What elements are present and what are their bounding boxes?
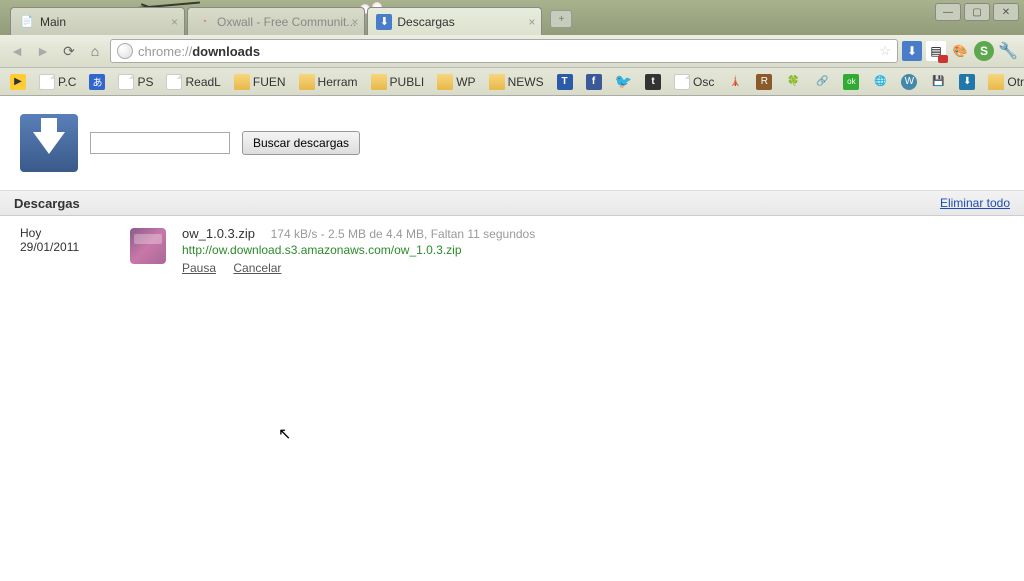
bookmark-item[interactable]: f — [582, 72, 606, 92]
favicon-icon: ◔ — [196, 14, 212, 30]
bookmark-item[interactable]: W — [897, 72, 921, 92]
download-icon: ⬇ — [376, 14, 392, 30]
bookmark-item[interactable]: 🔗 — [810, 72, 834, 92]
downloads-list: Hoy 29/01/2011 ow_1.0.3.zip 174 kB/s - 2… — [0, 216, 1024, 285]
bookmark-item[interactable]: T — [553, 72, 577, 92]
download-status: 174 kB/s - 2.5 MB de 4.4 MB, Faltan 11 s… — [271, 227, 536, 241]
bookmark-item[interactable]: ⬇ — [955, 72, 979, 92]
bookmark-item[interactable]: 🌐 — [868, 72, 892, 92]
page-icon — [39, 74, 55, 90]
address-bar[interactable]: chrome://downloads ☆ — [110, 39, 898, 63]
bookmark-item[interactable]: ReadL — [162, 72, 224, 92]
window-controls: — ▢ ✕ — [935, 3, 1019, 21]
bookmark-item[interactable]: t — [641, 72, 665, 92]
download-item: ow_1.0.3.zip 174 kB/s - 2.5 MB de 4.4 MB… — [128, 226, 535, 275]
section-bar: Descargas Eliminar todo — [0, 190, 1024, 216]
new-tab-button[interactable]: + — [550, 10, 572, 28]
bookmark-item[interactable]: 🐦 — [611, 71, 636, 92]
close-button[interactable]: ✕ — [993, 3, 1019, 21]
bookmark-item[interactable]: 🍀 — [781, 72, 805, 92]
tab-title: Main — [40, 15, 66, 29]
extension-icon[interactable]: ⬇ — [902, 41, 922, 61]
date-value: 29/01/2011 — [20, 240, 128, 254]
close-icon[interactable]: × — [171, 15, 178, 29]
tab-main[interactable]: 📄 Main × — [10, 7, 185, 35]
navbar: ◄ ► ⟳ ⌂ chrome://downloads ☆ ⬇ ▤ 🎨 S 🔧 — [0, 35, 1024, 68]
cursor-icon: ↖ — [278, 424, 291, 444]
bookmark-item[interactable]: R — [752, 72, 776, 92]
bookmark-item[interactable]: あ — [85, 72, 109, 92]
globe-icon — [117, 43, 133, 59]
cancel-link[interactable]: Cancelar — [233, 261, 281, 275]
home-button[interactable]: ⌂ — [84, 40, 106, 62]
bookmark-item[interactable]: P.C — [35, 72, 80, 92]
folder-icon — [988, 74, 1004, 90]
folder-icon — [299, 74, 315, 90]
page-icon — [674, 74, 690, 90]
tab-oxwall[interactable]: ◔ Oxwall - Free Communit... × — [187, 7, 365, 35]
reload-button[interactable]: ⟳ — [58, 40, 80, 62]
bookmark-item[interactable]: ▶ — [6, 72, 30, 92]
extension-icon[interactable]: ▤ — [926, 41, 946, 61]
downloads-header: Buscar descargas — [0, 96, 1024, 190]
tab-title: Oxwall - Free Communit... — [217, 15, 356, 29]
download-filename[interactable]: ow_1.0.3.zip — [182, 226, 255, 241]
bookmark-folder[interactable]: NEWS — [485, 72, 548, 92]
wrench-icon[interactable]: 🔧 — [998, 41, 1018, 61]
bookmarks-bar: ▶ P.C あ PS ReadL FUEN Herram PUBLI WP NE… — [0, 68, 1024, 96]
download-url[interactable]: http://ow.download.s3.amazonaws.com/ow_1… — [182, 243, 535, 257]
page-icon — [166, 74, 182, 90]
stumbleupon-icon[interactable]: S — [974, 41, 994, 61]
tab-strip: 📄 Main × ◔ Oxwall - Free Communit... × ⬇… — [10, 7, 572, 35]
bookmark-star-icon[interactable]: ☆ — [879, 43, 891, 59]
close-icon[interactable]: × — [351, 15, 358, 29]
twitter-icon: 🐦 — [615, 73, 632, 90]
bookmark-item[interactable]: Osc — [670, 72, 718, 92]
bookmark-item[interactable]: PS — [114, 72, 157, 92]
close-icon[interactable]: × — [528, 15, 535, 29]
folder-icon — [371, 74, 387, 90]
folder-icon — [489, 74, 505, 90]
maximize-button[interactable]: ▢ — [964, 3, 990, 21]
date-group: Hoy 29/01/2011 — [20, 226, 128, 275]
bookmark-item[interactable]: 💾 — [926, 72, 950, 92]
bookmark-folder[interactable]: PUBLI — [367, 72, 429, 92]
forward-button[interactable]: ► — [32, 40, 54, 62]
tab-downloads[interactable]: ⬇ Descargas × — [367, 7, 542, 35]
tab-title: Descargas — [397, 15, 454, 29]
bookmark-item[interactable]: ok — [839, 72, 863, 92]
folder-icon — [234, 74, 250, 90]
page-icon — [118, 74, 134, 90]
downloads-logo-icon — [20, 114, 78, 172]
url-text: chrome://downloads — [138, 44, 260, 59]
search-input[interactable] — [90, 132, 230, 154]
bookmark-folder[interactable]: WP — [433, 72, 479, 92]
titlebar: 📄 Main × ◔ Oxwall - Free Communit... × ⬇… — [0, 0, 1024, 35]
bookmark-folder[interactable]: FUEN — [230, 72, 290, 92]
other-bookmarks[interactable]: Otros marcadores — [984, 72, 1024, 92]
page-icon: 📄 — [19, 14, 35, 30]
downloads-page: Buscar descargas Descargas Eliminar todo… — [0, 96, 1024, 285]
clear-all-link[interactable]: Eliminar todo — [940, 196, 1010, 210]
section-title: Descargas — [14, 196, 80, 211]
pause-link[interactable]: Pausa — [182, 261, 216, 275]
date-label: Hoy — [20, 226, 128, 240]
minimize-button[interactable]: — — [935, 3, 961, 21]
search-button[interactable]: Buscar descargas — [242, 131, 360, 155]
file-icon — [128, 226, 168, 266]
back-button[interactable]: ◄ — [6, 40, 28, 62]
bookmark-folder[interactable]: Herram — [295, 72, 362, 92]
bookmark-item[interactable]: 🗼 — [723, 72, 747, 92]
folder-icon — [437, 74, 453, 90]
extension-icon[interactable]: 🎨 — [950, 41, 970, 61]
